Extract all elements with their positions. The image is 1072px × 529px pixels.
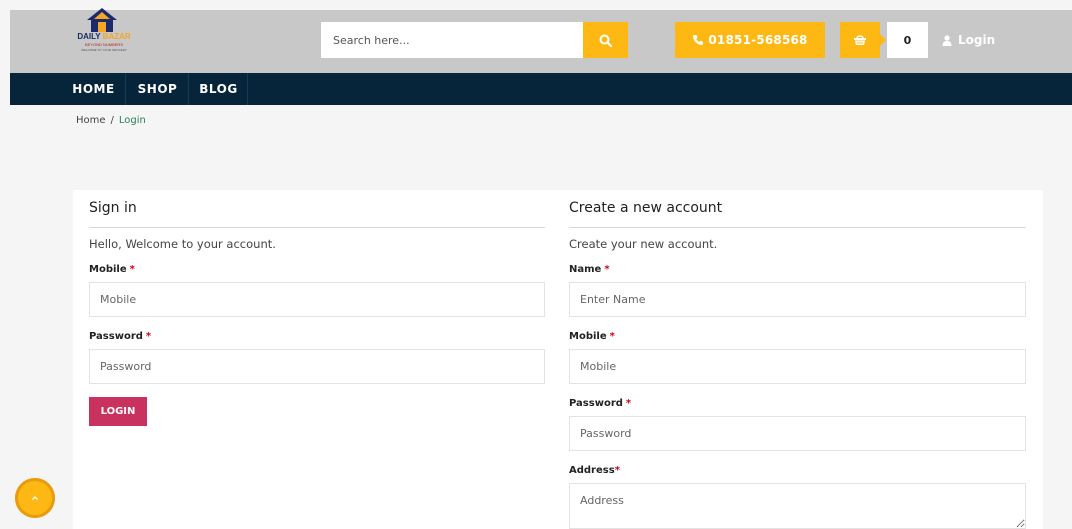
register-divider: [569, 227, 1026, 228]
cart-pointer: [880, 34, 886, 46]
signin-mobile-input[interactable]: [89, 282, 545, 317]
logo-subtagline: WELCOME TO YOUR GROCERY: [81, 48, 127, 52]
register-password-label: Password *: [569, 398, 632, 409]
chevron-up-icon: [32, 496, 38, 500]
register-name-input[interactable]: [569, 282, 1026, 317]
required-mark: *: [145, 331, 152, 342]
header-login-label: Login: [958, 33, 996, 47]
register-name-label: Name *: [569, 264, 610, 275]
user-icon: [942, 34, 952, 46]
register-address-label: Address*: [569, 465, 620, 476]
phone-number: 01851-568568: [708, 33, 808, 47]
auth-card: Sign in Hello, Welcome to your account. …: [73, 190, 1043, 529]
signin-password-label: Password *: [89, 331, 152, 342]
login-button[interactable]: LOGIN: [89, 397, 147, 426]
signin-title: Sign in: [89, 200, 137, 216]
phone-icon: [693, 35, 704, 45]
signin-subtitle: Hello, Welcome to your account.: [89, 237, 276, 251]
search-input[interactable]: [321, 22, 583, 58]
nav-item-blog[interactable]: BLOG: [190, 73, 248, 105]
search-icon: [599, 34, 612, 47]
main-nav: HOME SHOP BLOG: [10, 73, 1072, 105]
breadcrumb: Home / Login: [76, 115, 146, 126]
logo-brand: DAILY BAZAR: [77, 32, 131, 41]
basket-icon: [854, 35, 866, 45]
signin-divider: [89, 227, 545, 228]
required-mark: *: [604, 264, 610, 275]
required-mark: *: [625, 398, 632, 409]
breadcrumb-home[interactable]: Home: [76, 115, 106, 126]
nav-item-home[interactable]: HOME: [62, 73, 126, 105]
register-title: Create a new account: [569, 200, 723, 216]
nav-item-shop[interactable]: SHOP: [127, 73, 189, 105]
required-mark: *: [614, 465, 620, 476]
register-subtitle: Create your new account.: [569, 237, 718, 251]
register-password-input[interactable]: [569, 416, 1026, 451]
signin-password-input[interactable]: [89, 349, 545, 384]
register-address-input[interactable]: [569, 483, 1026, 529]
house-logo-icon: [87, 8, 117, 32]
site-logo[interactable]: DAILY BAZAR BEYOND NUMBERS WELCOME TO YO…: [64, 2, 144, 58]
scroll-to-top-button[interactable]: [15, 478, 55, 518]
search-button[interactable]: [583, 22, 628, 58]
required-mark: *: [609, 331, 615, 342]
header-login-link[interactable]: Login: [942, 22, 995, 58]
register-mobile-label: Mobile *: [569, 331, 615, 342]
required-mark: *: [129, 264, 135, 275]
phone-button[interactable]: 01851-568568: [675, 22, 825, 58]
cart-count[interactable]: 0: [887, 22, 928, 58]
register-mobile-input[interactable]: [569, 349, 1026, 384]
cart-button[interactable]: [840, 22, 880, 58]
logo-tagline: BEYOND NUMBERS: [84, 42, 123, 47]
breadcrumb-separator: /: [110, 115, 114, 126]
breadcrumb-current: Login: [118, 115, 146, 126]
signin-mobile-label: Mobile *: [89, 264, 135, 275]
